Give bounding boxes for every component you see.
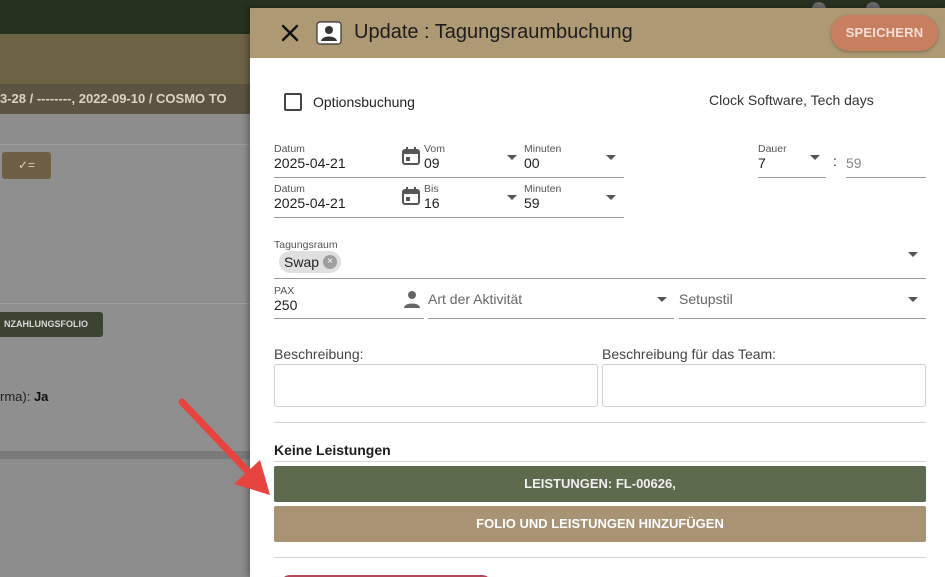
company-name: Clock Software, Tech days [709,92,874,108]
meeting-room-icon [316,21,342,45]
room-chip-label: Swap [284,254,320,270]
services-title: Keine Leistungen [274,442,391,458]
checklist-button[interactable]: ✓= [2,152,51,179]
date-to-underline [274,217,424,218]
field-text-label: rma): [0,389,34,404]
dialog-title: Update : Tagungsraumbuchung [354,21,633,43]
from-minute-caret[interactable] [606,155,616,160]
to-hour-select[interactable]: 16 [424,195,440,211]
from-minute-select[interactable]: 00 [524,155,540,171]
to-hour-underline [424,217,524,218]
field-text: rma): Ja [0,389,48,404]
room-underline [274,278,926,279]
to-minute-underline [524,217,624,218]
field-text-value: Ja [33,389,49,404]
room-chip[interactable]: Swap × [279,251,342,273]
divider [274,422,926,423]
breadcrumb-text: 3-28 / --------, 2022-09-10 / COSMO TO [0,91,227,106]
description-textarea[interactable] [274,364,598,407]
duration-hours-caret[interactable] [810,155,820,160]
close-icon[interactable] [279,22,301,44]
activity-caret[interactable] [657,297,667,302]
activity-select[interactable]: Art der Aktivität [428,291,522,307]
calendar-icon[interactable] [401,146,421,166]
annotation-arrow-icon [178,398,270,495]
setup-caret[interactable] [908,297,918,302]
activity-underline [428,318,674,319]
setup-select[interactable]: Setupstil [679,291,733,307]
to-minute-label: Minuten [524,183,562,195]
date-to-label: Datum [274,183,305,195]
team-description-label: Beschreibung für das Team: [602,346,777,362]
duration-separator: : [833,153,837,169]
date-from-underline [274,177,424,178]
services-button[interactable]: LEISTUNGEN: FL-00626, [274,466,926,502]
from-minute-underline [524,177,624,178]
team-description-textarea[interactable] [602,364,926,407]
room-caret[interactable] [908,252,918,257]
description-label: Beschreibung: [274,346,364,362]
setup-underline [679,318,926,319]
save-button[interactable]: SPEICHERN [831,15,938,51]
booking-dialog: Update : Tagungsraumbuchung SPEICHERN Op… [250,8,945,577]
to-minute-caret[interactable] [606,195,616,200]
pax-underline [274,318,424,319]
divider [274,557,926,558]
remove-chip-icon[interactable]: × [323,255,338,269]
duration-minutes-input[interactable]: 59 [846,155,862,171]
duration-hours-select[interactable]: 7 [758,155,766,171]
person-icon [404,291,420,308]
duration-label: Dauer [758,143,787,155]
to-hour-caret[interactable] [507,195,517,200]
add-folio-services-button[interactable]: FOLIO UND LEISTUNGEN HINZUFÜGEN [274,506,926,542]
duration-hours-underline [758,177,826,178]
option-booking-label: Optionsbuchung [313,94,415,110]
from-hour-caret[interactable] [507,155,517,160]
pax-label: PAX [274,285,295,297]
folio-button[interactable]: NZAHLUNGSFOLIO [0,312,103,337]
room-label: Tagungsraum [274,239,338,251]
date-from-label: Datum [274,143,305,155]
from-hour-underline [424,177,524,178]
pax-input[interactable]: 250 [274,297,297,313]
duration-minutes-underline [846,177,926,178]
divider [274,461,926,462]
date-to-input[interactable]: 2025-04-21 [274,195,346,211]
from-hour-label: Vom [424,143,446,155]
option-booking-checkbox[interactable] [284,93,302,111]
calendar-icon[interactable] [401,186,421,206]
dialog-header: Update : Tagungsraumbuchung SPEICHERN [250,8,945,58]
date-from-input[interactable]: 2025-04-21 [274,155,346,171]
checklist-icon: ✓= [17,158,36,172]
from-hour-select[interactable]: 09 [424,155,440,171]
content-gap [0,114,250,144]
to-minute-select[interactable]: 59 [524,195,540,211]
to-hour-label: Bis [424,183,439,195]
from-minute-label: Minuten [524,143,562,155]
